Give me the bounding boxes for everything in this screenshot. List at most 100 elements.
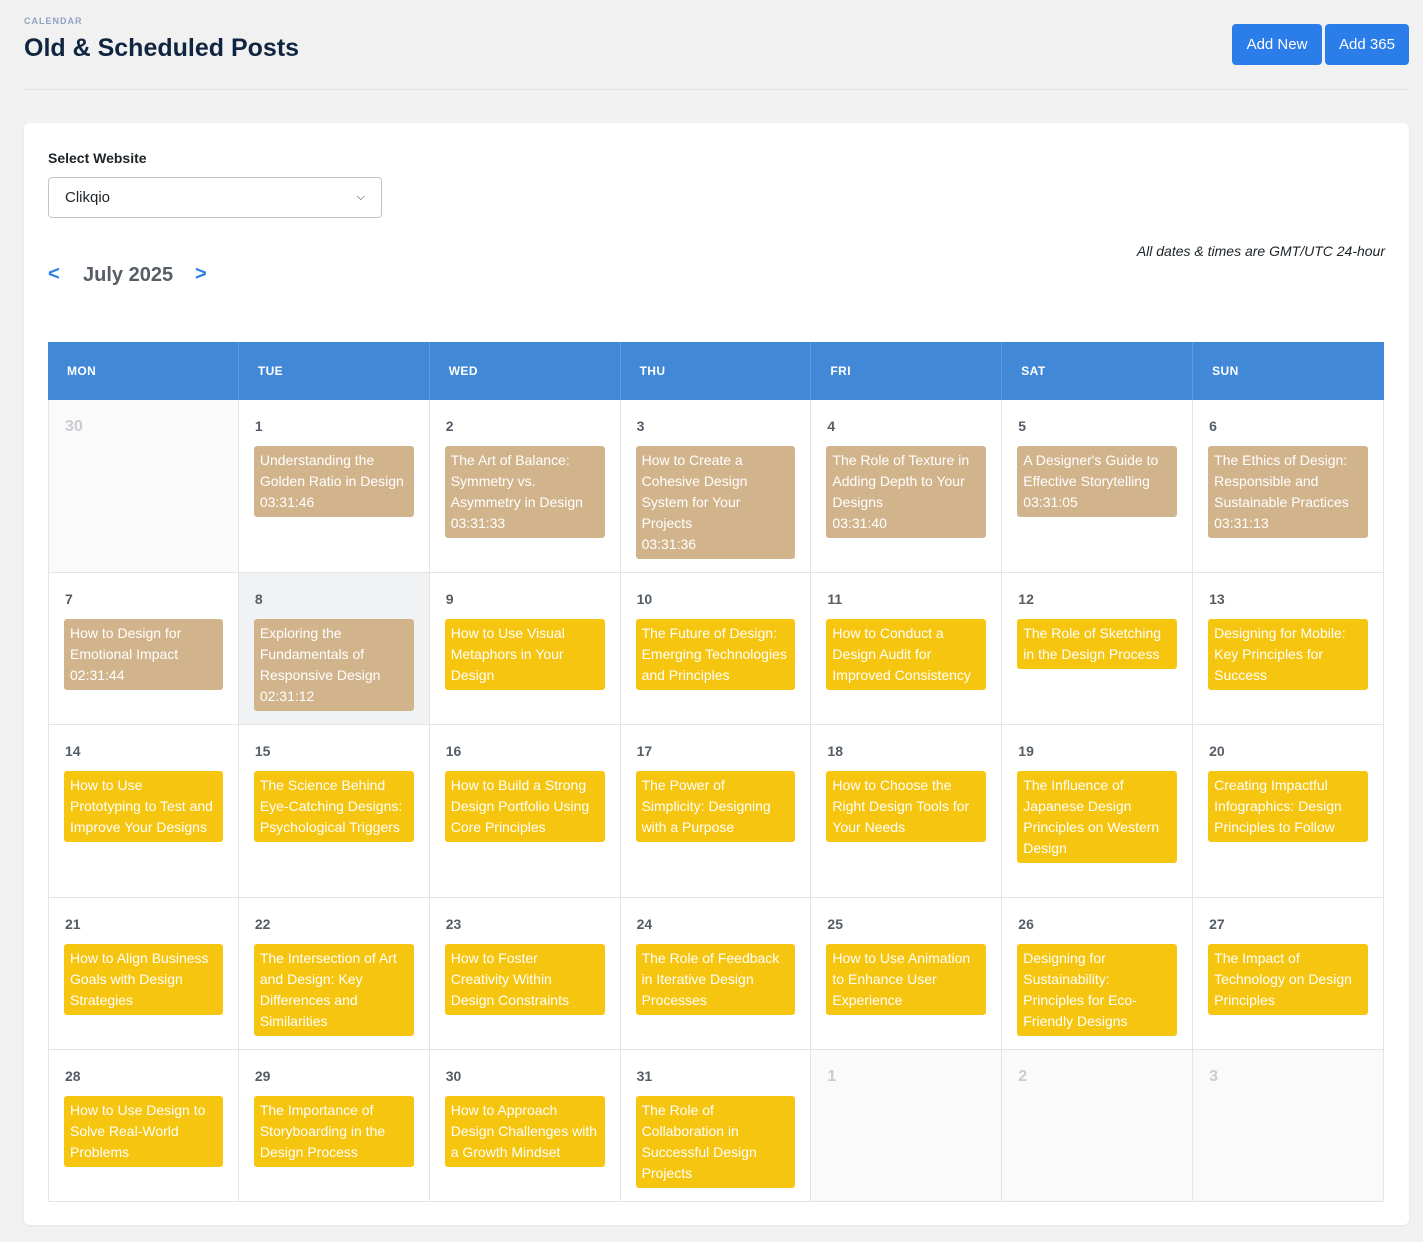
published-post-event[interactable]: A Designer's Guide to Effective Storytel… [1017,446,1178,517]
scheduled-post-event[interactable]: The Role of Collaboration in Successful … [635,1096,796,1188]
day-number: 10 [636,591,653,607]
day-cell[interactable]: 4 The Role of Texture in Adding Depth to … [811,400,1003,573]
day-number: 15 [254,743,271,759]
day-cell[interactable]: 23 How to Foster Creativity Within Design… [429,898,621,1050]
event-title: How to Design for Emotional Impact [70,625,182,662]
day-number: 8 [254,591,263,607]
event-title: A Designer's Guide to Effective Storytel… [1023,452,1159,489]
day-cell[interactable]: 30 How to Approach Design Challenges with… [429,1050,621,1202]
scheduled-post-event[interactable]: How to Use Prototyping to Test and Impro… [64,771,223,842]
day-cell[interactable]: 10 The Future of Design: Emerging Technol… [620,573,812,725]
event-title: How to Use Animation to Enhance User Exp… [832,950,971,1008]
day-cell[interactable]: 16 How to Build a Strong Design Portfolio… [429,725,621,898]
day-cell[interactable]: 8 Exploring the Fundamentals of Responsiv… [238,573,430,725]
day-cell[interactable]: 1 Understanding the Golden Ratio in Desig… [238,400,430,573]
weekday-tue: TUE [239,342,430,400]
calendar-body: 30 1 Understanding the Golden Ratio in Des… [48,400,1384,1202]
day-cell-outside-month[interactable]: 30 [48,400,239,573]
weekday-thu: THU [621,342,812,400]
day-cell[interactable]: 24 The Role of Feedback in Iterative Desi… [620,898,812,1050]
scheduled-post-event[interactable]: How to Use Design to Solve Real-World Pr… [64,1096,223,1167]
published-post-event[interactable]: The Role of Texture in Adding Depth to Y… [826,446,987,538]
published-post-event[interactable]: How to Design for Emotional Impact 02:31:… [64,619,223,690]
day-cell[interactable]: 27 The Impact of Technology on Design Pri… [1193,898,1384,1050]
scheduled-post-event[interactable]: The Influence of Japanese Design Princip… [1017,771,1178,863]
published-post-event[interactable]: How to Create a Cohesive Design System f… [635,446,796,559]
page-eyebrow: CALENDAR [24,16,83,26]
day-number: 9 [445,591,454,607]
day-cell[interactable]: 26 Designing for Sustainability: Principl… [1002,898,1194,1050]
day-number: 20 [1209,743,1225,759]
scheduled-post-event[interactable]: The Power of Simplicity: Designing with … [635,771,796,842]
day-cell[interactable]: 31 The Role of Collaboration in Successfu… [620,1050,812,1202]
day-cell[interactable]: 19 The Influence of Japanese Design Princ… [1002,725,1194,898]
calendar-week: 7 How to Design for Emotional Impact 02:31… [48,573,1384,725]
day-cell[interactable]: 3 How to Create a Cohesive Design System … [620,400,812,573]
day-cell[interactable]: 7 How to Design for Emotional Impact 02:31… [48,573,239,725]
published-post-event[interactable]: The Ethics of Design: Responsible and Su… [1208,446,1368,538]
weekday-wed: WED [430,342,621,400]
published-post-event[interactable]: Understanding the Golden Ratio in Design… [253,446,414,517]
day-cell[interactable]: 12 The Role of Sketching in the Design Pr… [1002,573,1194,725]
day-cell-outside-month[interactable]: 1 [811,1050,1003,1202]
day-cell[interactable]: 29 The Importance of Storyboarding in the… [238,1050,430,1202]
day-cell[interactable]: 6 The Ethics of Design: Responsible and S… [1193,400,1384,573]
event-time: 03:31:36 [641,536,697,552]
scheduled-post-event[interactable]: The Role of Feedback in Iterative Design… [635,944,796,1015]
scheduled-post-event[interactable]: The Intersection of Art and Design: Key … [253,944,414,1036]
day-cell[interactable]: 28 How to Use Design to Solve Real-World … [48,1050,239,1202]
day-cell[interactable]: 11 How to Conduct a Design Audit for Impr… [811,573,1003,725]
day-cell[interactable]: 15 The Science Behind Eye-Catching Design… [238,725,430,898]
day-cell-outside-month[interactable]: 3 [1193,1050,1384,1202]
scheduled-post-event[interactable]: How to Conduct a Design Audit for Improv… [826,619,987,690]
event-title: The Future of Design: Emerging Technolog… [641,625,787,683]
day-cell[interactable]: 9 How to Use Visual Metaphors in Your Des… [429,573,621,725]
scheduled-post-event[interactable]: How to Align Business Goals with Design … [64,944,223,1015]
day-cell[interactable]: 13 Designing for Mobile: Key Principles f… [1193,573,1384,725]
event-title: Designing for Sustainability: Principles… [1023,950,1137,1029]
prev-month-button[interactable]: < [48,263,60,286]
day-cell[interactable]: 25 How to Use Animation to Enhance User E… [811,898,1003,1050]
day-number: 12 [1018,591,1034,607]
event-title: The Role of Collaboration in Successful … [641,1102,757,1181]
event-title: Exploring the Fundamentals of Responsive… [259,625,381,683]
event-title: The Role of Feedback in Iterative Design… [641,950,780,1008]
day-cell[interactable]: 17 The Power of Simplicity: Designing wit… [620,725,812,898]
day-cell[interactable]: 2 The Art of Balance: Symmetry vs. Asymme… [429,400,621,573]
scheduled-post-event[interactable]: How to Use Animation to Enhance User Exp… [826,944,987,1015]
website-select-value: Clikqio [65,189,111,206]
day-cell[interactable]: 20 Creating Impactful Infographics: Desig… [1193,725,1384,898]
day-cell[interactable]: 22 The Intersection of Art and Design: Ke… [238,898,430,1050]
published-post-event[interactable]: The Art of Balance: Symmetry vs. Asymmet… [444,446,605,538]
page-title: Old & Scheduled Posts [24,34,300,62]
day-cell[interactable]: 14 How to Use Prototyping to Test and Imp… [48,725,239,898]
scheduled-post-event[interactable]: How to Choose the Right Design Tools for… [826,771,987,842]
scheduled-post-event[interactable]: The Importance of Storyboarding in the D… [253,1096,414,1167]
day-cell[interactable]: 18 How to Choose the Right Design Tools f… [811,725,1003,898]
scheduled-post-event[interactable]: How to Use Visual Metaphors in Your Desi… [444,619,605,690]
scheduled-post-event[interactable]: Designing for Mobile: Key Principles for… [1208,619,1368,690]
event-title: How to Build a Strong Design Portfolio U… [450,777,590,835]
event-time: 02:31:12 [259,688,315,704]
event-title: The Ethics of Design: Responsible and Su… [1214,452,1349,510]
event-time: 02:31:44 [70,667,125,683]
scheduled-post-event[interactable]: How to Approach Design Challenges with a… [444,1096,605,1167]
add-365-button[interactable]: Add 365 [1325,24,1409,65]
day-cell[interactable]: 5 A Designer's Guide to Effective Storyte… [1002,400,1194,573]
add-new-button[interactable]: Add New [1232,24,1322,65]
scheduled-post-event[interactable]: Creating Impactful Infographics: Design … [1208,771,1368,842]
scheduled-post-event[interactable]: Designing for Sustainability: Principles… [1017,944,1178,1036]
event-title: Designing for Mobile: Key Principles for… [1214,625,1346,683]
scheduled-post-event[interactable]: The Role of Sketching in the Design Proc… [1017,619,1178,669]
scheduled-post-event[interactable]: The Impact of Technology on Design Princ… [1208,944,1368,1015]
day-cell-outside-month[interactable]: 2 [1002,1050,1194,1202]
event-title: The Impact of Technology on Design Princ… [1214,950,1352,1008]
scheduled-post-event[interactable]: How to Build a Strong Design Portfolio U… [444,771,605,842]
scheduled-post-event[interactable]: How to Foster Creativity Within Design C… [444,944,605,1015]
scheduled-post-event[interactable]: The Future of Design: Emerging Technolog… [635,619,796,690]
day-cell[interactable]: 21 How to Align Business Goals with Desig… [48,898,239,1050]
published-post-event[interactable]: Exploring the Fundamentals of Responsive… [253,619,414,711]
website-select[interactable]: Clikqio ⌵ [48,177,382,218]
scheduled-post-event[interactable]: The Science Behind Eye-Catching Designs:… [253,771,414,842]
next-month-button[interactable]: > [195,263,207,286]
